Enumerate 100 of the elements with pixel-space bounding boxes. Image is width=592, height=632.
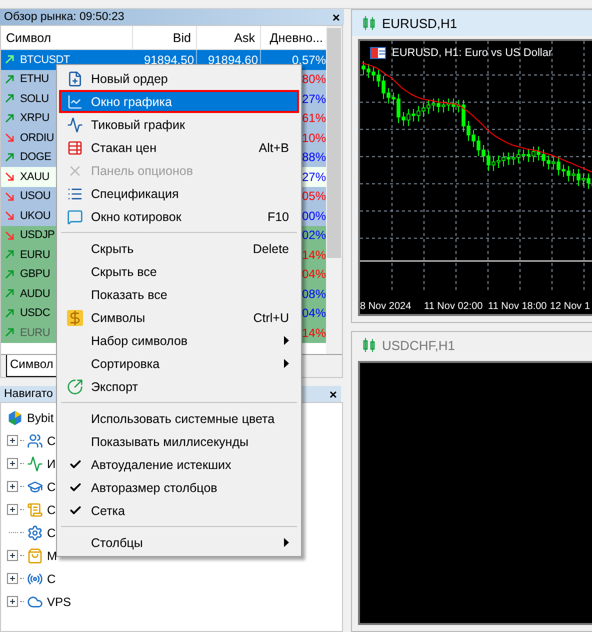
tree-item[interactable]: И xyxy=(47,456,56,470)
menu-item[interactable]: Спецификация xyxy=(59,182,299,205)
menu-item[interactable]: Новый ордер xyxy=(59,67,299,90)
checkmark-icon xyxy=(68,504,82,517)
daily-change: 14% xyxy=(302,248,326,262)
menu-item[interactable]: Автоудаление истекших xyxy=(59,453,299,476)
symbol-name: ETHU xyxy=(20,73,49,86)
symbol-name: USOU xyxy=(20,190,51,202)
menu-item[interactable]: Авторазмер столбцов xyxy=(59,476,299,499)
column-header[interactable]: Ask xyxy=(197,26,261,49)
menu-item[interactable]: Окно графика xyxy=(59,90,299,113)
daily-change: 02% xyxy=(302,228,326,242)
graduation-cap-icon xyxy=(27,478,43,494)
time-axis-label: 11 Nov 18:00 xyxy=(488,301,547,312)
menu-item[interactable]: Скрыть Delete xyxy=(59,237,299,260)
daily-change: 05% xyxy=(302,189,326,204)
gear-icon xyxy=(27,524,43,540)
chart-caption: EURUSD, H1: Euro vs US Dollar xyxy=(392,47,552,59)
symbol-name: USDC xyxy=(20,307,50,320)
daily-change: 10% xyxy=(302,130,326,145)
symbol-name: EURU xyxy=(20,248,50,261)
tick-chart-icon xyxy=(67,116,83,132)
symbol-name: SOLU xyxy=(20,92,49,105)
users-icon xyxy=(27,432,43,448)
scroll-icon xyxy=(27,502,43,518)
expand-button[interactable] xyxy=(7,481,18,492)
daily-change: 61% xyxy=(302,111,326,126)
menu-item[interactable]: Стакан цен Alt+B xyxy=(59,136,299,159)
tree-item[interactable]: С xyxy=(47,502,56,516)
close-button[interactable]: × xyxy=(329,386,337,402)
daily-change: 27% xyxy=(302,92,326,106)
tree-item[interactable]: С xyxy=(47,572,56,586)
menu-item[interactable]: Сетка xyxy=(59,499,299,522)
menu-item[interactable]: Скрыть все xyxy=(59,260,299,283)
column-header[interactable]: Символ xyxy=(1,26,133,49)
specification-icon xyxy=(67,186,83,202)
chart-area[interactable] xyxy=(358,361,592,625)
menu-item[interactable]: Набор символов xyxy=(59,329,299,352)
indicator-icon xyxy=(27,456,43,472)
tree-item[interactable]: Bybit xyxy=(27,410,54,424)
time-axis-label: 12 Nov 1 xyxy=(550,301,590,312)
chart-window-title: EURUSD,H1 xyxy=(382,16,458,30)
chart-area[interactable]: EURUSD, H1: Euro vs US Dollar 8 Nov 2024 11 Nov 02:00 11 Nov 18:00 12 Nov 1 xyxy=(358,39,592,316)
tree-item[interactable]: С xyxy=(47,526,56,540)
menu-item[interactable]: Столбцы xyxy=(59,531,299,554)
symbol-name: UKOU xyxy=(20,210,51,222)
cloud-icon xyxy=(27,594,43,610)
candles-icon xyxy=(362,16,376,30)
symbol-name: EURU xyxy=(20,326,50,339)
shopping-bag-icon xyxy=(27,548,43,564)
expand-button[interactable] xyxy=(7,573,18,584)
menu-item[interactable]: Показывать миллисекунды xyxy=(59,430,299,453)
checkmark-icon xyxy=(68,458,82,471)
symbol-name: XRPU xyxy=(20,112,50,124)
submenu-arrow-icon xyxy=(284,538,289,547)
chart-icon xyxy=(67,94,83,110)
expand-button[interactable] xyxy=(7,435,18,446)
navigator-title: Навигато xyxy=(4,388,53,400)
symbol-name: ORDIU xyxy=(20,132,54,144)
menu-item[interactable]: Показать все xyxy=(59,283,299,306)
menu-item[interactable]: Экспорт xyxy=(59,375,299,398)
ask-price: 91894.60 xyxy=(208,52,258,67)
expand-button[interactable] xyxy=(7,596,18,607)
symbol-name: USDJP xyxy=(20,229,55,242)
daily-change: 14% xyxy=(302,326,326,340)
daily-change: 04% xyxy=(302,306,326,320)
menu-item[interactable]: Тиковый график xyxy=(59,113,299,136)
candles-icon xyxy=(362,338,376,352)
chart-window-title: USDCHF,H1 xyxy=(382,338,455,352)
tab[interactable]: Символ xyxy=(6,355,58,377)
symbol-name: GBPU xyxy=(20,268,50,280)
daily-change: 0.57% xyxy=(292,52,326,67)
daily-change: 80% xyxy=(302,72,326,86)
menu-item[interactable]: Использовать системные цвета xyxy=(59,407,299,430)
scrollbar[interactable] xyxy=(326,26,342,354)
column-header[interactable]: Bid xyxy=(133,26,197,49)
time-axis-label: 11 Nov 02:00 xyxy=(424,301,483,312)
daily-change: 08% xyxy=(302,286,326,301)
daily-change: 00% xyxy=(302,208,326,223)
broker-logo-icon xyxy=(7,410,23,426)
tree-item[interactable]: М xyxy=(47,548,57,562)
tree-item[interactable]: С xyxy=(47,434,56,448)
expand-button[interactable] xyxy=(7,550,18,561)
submenu-arrow-icon xyxy=(284,359,289,368)
expand-button[interactable] xyxy=(7,504,18,515)
symbol-name: BTCUSDT xyxy=(20,54,70,66)
market-watch-title: Обзор рынка: 09:50:23 xyxy=(4,11,124,23)
menu-item[interactable]: Сортировка xyxy=(59,352,299,375)
close-button[interactable]: × xyxy=(332,10,340,24)
expand-button[interactable] xyxy=(7,458,18,469)
menu-item[interactable]: Символы Ctrl+U xyxy=(59,306,299,329)
symbol-name: AUDU xyxy=(20,288,50,300)
bid-price: 91894.50 xyxy=(144,52,194,67)
menu-item[interactable]: Окно котировок F10 xyxy=(59,205,299,228)
tree-item[interactable]: С xyxy=(47,480,56,494)
order-book-icon xyxy=(67,140,83,156)
tree-item[interactable]: VPS xyxy=(47,594,72,608)
symbol-name: XAUU xyxy=(20,170,50,183)
signal-icon xyxy=(27,570,43,586)
daily-change: 04% xyxy=(302,267,326,282)
